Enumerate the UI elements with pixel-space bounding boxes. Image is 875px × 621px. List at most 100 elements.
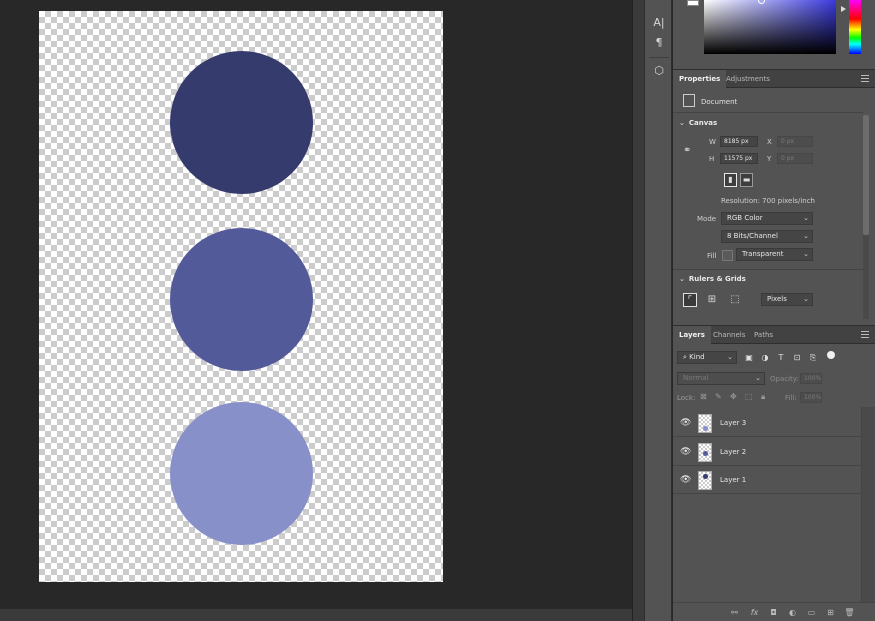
visibility-eye-icon[interactable]: 👁︎: [680, 475, 691, 485]
layer-name: Layer 1: [720, 476, 747, 484]
layer-row[interactable]: 👁︎ Layer 1: [673, 466, 861, 494]
visibility-eye-icon[interactable]: 👁︎: [680, 447, 691, 457]
pixel-layer-filter-icon[interactable]: ▣: [744, 353, 754, 363]
x-field: 0 px: [777, 136, 813, 147]
lock-position-icon[interactable]: ✥: [730, 392, 737, 401]
rulers-section-title: Rulers & Grids: [688, 275, 746, 283]
mode-label: Mode: [697, 215, 717, 223]
panel-menu-icon[interactable]: [861, 331, 869, 338]
layer-thumbnail-dot: [703, 451, 708, 456]
mode-value: RGB Color: [727, 214, 763, 222]
layer-thumbnail: [698, 443, 712, 462]
layer-thumbnail: [698, 471, 712, 490]
canvas-section-header[interactable]: ⌄ Canvas: [679, 119, 717, 127]
paragraph-tool-icon[interactable]: ¶: [650, 35, 668, 51]
chevron-down-icon: ⌄: [803, 295, 809, 303]
y-field: 0 px: [777, 153, 813, 164]
new-group-folder-icon[interactable]: ▭: [806, 607, 817, 618]
fill-value: Transparent: [742, 250, 784, 258]
lock-all-icon[interactable]: 🔒︎: [761, 392, 765, 402]
visibility-eye-icon[interactable]: 👁︎: [680, 418, 691, 428]
layer-thumbnail-dot: [703, 426, 708, 431]
height-field[interactable]: 11575 px: [720, 153, 758, 164]
layer-name: Layer 2: [720, 448, 747, 456]
chevron-down-icon: ⌄: [679, 275, 685, 283]
y-label: Y: [767, 155, 772, 163]
layer-row[interactable]: 👁︎ Layer 2: [673, 438, 861, 466]
height-label: H: [709, 155, 715, 163]
layers-tabbar: Layers Channels Paths: [673, 325, 875, 344]
circle-medium[interactable]: [170, 228, 313, 371]
add-mask-icon[interactable]: ◘: [768, 607, 779, 618]
lock-artboard-icon[interactable]: ⬚: [745, 392, 753, 401]
tab-paths[interactable]: Paths: [748, 326, 779, 344]
guides-icon[interactable]: ⬚: [728, 293, 742, 307]
circle-light[interactable]: [170, 402, 313, 545]
blend-mode-dropdown: Normal ⌄: [677, 372, 765, 385]
hue-slider-arrow-icon[interactable]: [841, 6, 846, 12]
width-field[interactable]: 8185 px: [720, 136, 758, 147]
properties-tabbar: Properties Adjustments: [673, 69, 875, 88]
type-layer-filter-icon[interactable]: T: [776, 353, 786, 363]
mode-dropdown[interactable]: RGB Color ⌄: [721, 212, 813, 225]
document-workspace: [0, 0, 632, 621]
layers-footer: ⚯ fx ◘ ◐ ▭ ⊞ 🗑︎: [673, 602, 875, 621]
adjustment-layer-filter-icon[interactable]: ◑: [760, 353, 770, 363]
portrait-orientation-icon[interactable]: ▮: [724, 173, 737, 187]
panel-tool-column: A| ¶ ⬡: [644, 0, 672, 621]
tab-adjustments[interactable]: Adjustments: [720, 70, 776, 88]
fill-swatch[interactable]: [722, 250, 733, 261]
divider: [673, 269, 863, 270]
properties-body: Document ⌄ Canvas W 8185 px X 0 px ⚭ H 11…: [673, 89, 875, 321]
character-tool-icon[interactable]: A|: [650, 15, 668, 31]
trash-icon[interactable]: 🗑︎: [844, 607, 855, 618]
properties-scroll-thumb[interactable]: [863, 115, 869, 235]
filter-kind-value: Kind: [689, 353, 705, 361]
grid-icon[interactable]: ⊞: [705, 293, 719, 307]
lock-transparent-pixels-icon[interactable]: ⊠: [700, 392, 707, 401]
document-canvas[interactable]: [39, 11, 443, 582]
landscape-orientation-icon[interactable]: ▬: [740, 173, 753, 187]
panel-menu-icon[interactable]: [861, 75, 869, 82]
link-icon[interactable]: ⚭: [683, 145, 691, 156]
chevron-down-icon: ⌄: [755, 374, 761, 382]
layer-style-fx-icon[interactable]: fx: [749, 607, 760, 618]
layer-row[interactable]: 👁︎ Layer 3: [673, 409, 861, 437]
units-value: Pixels: [767, 295, 787, 303]
chevron-down-icon: ⌄: [727, 353, 733, 361]
width-label: W: [709, 138, 716, 146]
layer-list: 👁︎ Layer 3 👁︎ Layer 2 👁︎ Layer 1: [673, 407, 861, 494]
rulers-section-header[interactable]: ⌄ Rulers & Grids: [679, 275, 746, 283]
filter-toggle[interactable]: [827, 351, 835, 359]
document-label: Document: [701, 98, 738, 106]
lock-label: Lock:: [677, 394, 696, 402]
new-layer-icon[interactable]: ⊞: [825, 607, 836, 618]
adjustment-layer-icon[interactable]: ◐: [787, 607, 798, 618]
fill-opacity-field: 100%: [800, 392, 822, 403]
tab-channels[interactable]: Channels: [707, 326, 751, 344]
vertical-scrollbar[interactable]: [632, 0, 644, 621]
lock-image-pixels-icon[interactable]: ✎: [715, 392, 722, 401]
link-layers-icon[interactable]: ⚯: [729, 607, 740, 618]
divider: [673, 112, 863, 113]
bit-depth-dropdown[interactable]: 8 Bits/Channel ⌄: [721, 230, 813, 243]
color-panel: [673, 0, 875, 66]
fill-dropdown[interactable]: Transparent ⌄: [736, 248, 813, 261]
units-dropdown[interactable]: Pixels ⌄: [761, 293, 813, 306]
layers-scrollbar[interactable]: [861, 407, 875, 602]
rulers-icon[interactable]: ⌜: [683, 293, 697, 307]
blend-mode-value: Normal: [683, 374, 709, 382]
circle-dark[interactable]: [170, 51, 313, 194]
3d-cube-icon[interactable]: ⬡: [650, 63, 668, 79]
canvas-section-title: Canvas: [688, 119, 718, 127]
layer-filter-kind-dropdown[interactable]: ⌕ Kind ⌄: [677, 351, 737, 364]
shape-layer-filter-icon[interactable]: ⊡: [792, 353, 802, 363]
smart-object-filter-icon[interactable]: ⎘: [808, 353, 818, 363]
tab-layers[interactable]: Layers: [673, 326, 711, 344]
color-field[interactable]: [704, 0, 836, 54]
foreground-swatch[interactable]: [687, 0, 699, 6]
hue-strip[interactable]: [849, 0, 861, 54]
tab-properties[interactable]: Properties: [673, 70, 727, 88]
horizontal-scrollbar[interactable]: [0, 609, 632, 621]
document-icon: [683, 94, 695, 107]
